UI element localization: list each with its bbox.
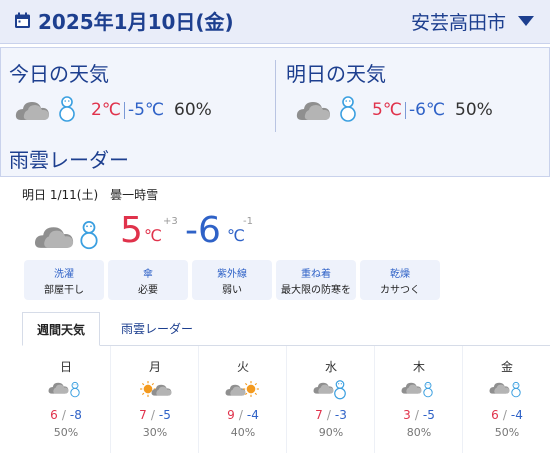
detail-low-diff: -1: [243, 216, 253, 227]
day-column[interactable]: 金 6/-4 50%: [462, 346, 550, 453]
day-high: 7: [315, 408, 323, 422]
tomorrow-precip-chance: 50%: [455, 100, 493, 120]
day-high: 6: [50, 408, 58, 422]
index-title: 紫外線: [217, 269, 247, 280]
day-temps: 9/-4: [199, 408, 287, 422]
tomorrow-low-temp: -6℃: [409, 100, 446, 120]
day-column[interactable]: 水 7/-3 90%: [286, 346, 374, 453]
day-low: -4: [510, 408, 523, 422]
today-low-temp: -5℃: [128, 100, 165, 120]
panel-divider: [275, 60, 276, 132]
day-low: -3: [334, 408, 347, 422]
day-precip-chance: 90%: [318, 426, 344, 439]
cloud-snow-icon: [48, 381, 80, 398]
index-value: 必要: [138, 285, 158, 296]
detail-low-temp: -6: [185, 210, 221, 251]
cloud-snow-icon: [15, 96, 75, 122]
temp-divider: [124, 102, 125, 119]
day-temps: 7/-5: [111, 408, 199, 422]
weekly-forecast: 日 6/-8 50% 月 7/-5 30% 火 9/-4 40% 水 7/-3 …: [22, 346, 550, 453]
detail-date: 明日 1/11(土): [22, 188, 99, 202]
index-chip-uv[interactable]: 紫外線 弱い: [192, 260, 272, 300]
day-precip-chance: 50%: [494, 426, 520, 439]
location-select[interactable]: 安芸高田市: [411, 8, 506, 35]
index-title: 重ね着: [301, 269, 331, 280]
temp-separator: /: [238, 408, 243, 422]
today-precip-chance: 60%: [174, 100, 212, 120]
detail-day-label: 明日 1/11(土) 曇一時雪: [22, 186, 158, 203]
index-chip-layering[interactable]: 重ね着 最大限の防寒を: [276, 260, 356, 300]
tab-rain-radar[interactable]: 雨雲レーダー: [112, 312, 202, 346]
forecast-summary-panel: 今日の天気 2℃ -5℃ 60% 明日の天気 5℃ -6℃ 50% 雨雲レーダー: [0, 47, 550, 177]
calendar-icon: [15, 12, 30, 28]
day-name: 日: [59, 360, 72, 374]
day-low: -5: [158, 408, 171, 422]
day-high: 6: [491, 408, 499, 422]
chevron-down-icon[interactable]: [518, 16, 534, 26]
temp-divider: [405, 102, 406, 119]
forecast-tabs: 週間天気 雨雲レーダー: [22, 312, 550, 346]
day-precip-chance: 30%: [142, 426, 168, 439]
day-name: 金: [500, 360, 513, 374]
day-low: -5: [422, 408, 435, 422]
day-high: 3: [403, 408, 411, 422]
detail-high-diff: +3: [163, 216, 178, 227]
detail-low-unit: ℃: [227, 226, 245, 245]
radar-link[interactable]: 雨雲レーダー: [9, 144, 129, 173]
cloud-snow-icon: [296, 96, 356, 122]
temp-separator: /: [61, 408, 66, 422]
day-high: 9: [227, 408, 235, 422]
cloud-snow-icon: [489, 381, 521, 398]
temp-separator: /: [414, 408, 419, 422]
detail-high-temp: 5: [120, 210, 143, 251]
day-temps: 6/-8: [22, 408, 110, 422]
day-name: 火: [236, 360, 249, 374]
day-precip-chance: 40%: [230, 426, 256, 439]
detail-weather-text: 曇一時雪: [110, 188, 159, 202]
day-temps: 3/-5: [375, 408, 463, 422]
sun-cloud-icon: [139, 380, 172, 398]
day-precip-chance: 80%: [406, 426, 432, 439]
day-precip-chance: 50%: [53, 426, 79, 439]
tomorrow-high-temp: 5℃: [372, 100, 402, 120]
index-title: 傘: [143, 269, 153, 280]
index-value: 最大限の防寒を: [281, 285, 351, 296]
index-title: 洗濯: [54, 269, 74, 280]
cloud-snow-icon: [34, 221, 98, 250]
tab-weekly-weather[interactable]: 週間天気: [22, 312, 100, 346]
cloud-sun-icon: [225, 380, 260, 398]
today-title[interactable]: 今日の天気: [9, 58, 109, 87]
tomorrow-title[interactable]: 明日の天気: [286, 58, 386, 87]
day-low: -4: [246, 408, 259, 422]
cloud-snow-icon: [401, 381, 433, 398]
index-value: カサつく: [380, 285, 420, 296]
day-column[interactable]: 火 9/-4 40%: [198, 346, 286, 453]
detail-high-unit: ℃: [144, 226, 162, 245]
today-high-temp: 2℃: [91, 100, 121, 120]
day-name: 月: [148, 360, 161, 374]
index-value: 弱い: [222, 285, 242, 296]
temp-separator: /: [502, 408, 507, 422]
day-column[interactable]: 月 7/-5 30%: [110, 346, 198, 453]
temp-separator: /: [150, 408, 155, 422]
day-column[interactable]: 木 3/-5 80%: [374, 346, 462, 453]
day-high: 7: [139, 408, 147, 422]
day-column[interactable]: 日 6/-8 50%: [22, 346, 110, 453]
index-chip-dryness[interactable]: 乾燥 カサつく: [360, 260, 440, 300]
current-date: 2025年1月10日(金): [38, 10, 234, 34]
index-value: 部屋干し: [44, 285, 84, 296]
index-title: 乾燥: [390, 269, 410, 280]
cloud-snowman-icon: [313, 380, 346, 400]
day-low: -8: [69, 408, 82, 422]
day-temps: 6/-4: [463, 408, 550, 422]
index-chip-umbrella[interactable]: 傘 必要: [108, 260, 188, 300]
day-name: 木: [412, 360, 425, 374]
day-name: 水: [324, 360, 337, 374]
top-header: 2025年1月10日(金) 安芸高田市: [0, 0, 550, 44]
day-temps: 7/-3: [287, 408, 375, 422]
temp-separator: /: [326, 408, 331, 422]
index-chip-laundry[interactable]: 洗濯 部屋干し: [24, 260, 104, 300]
